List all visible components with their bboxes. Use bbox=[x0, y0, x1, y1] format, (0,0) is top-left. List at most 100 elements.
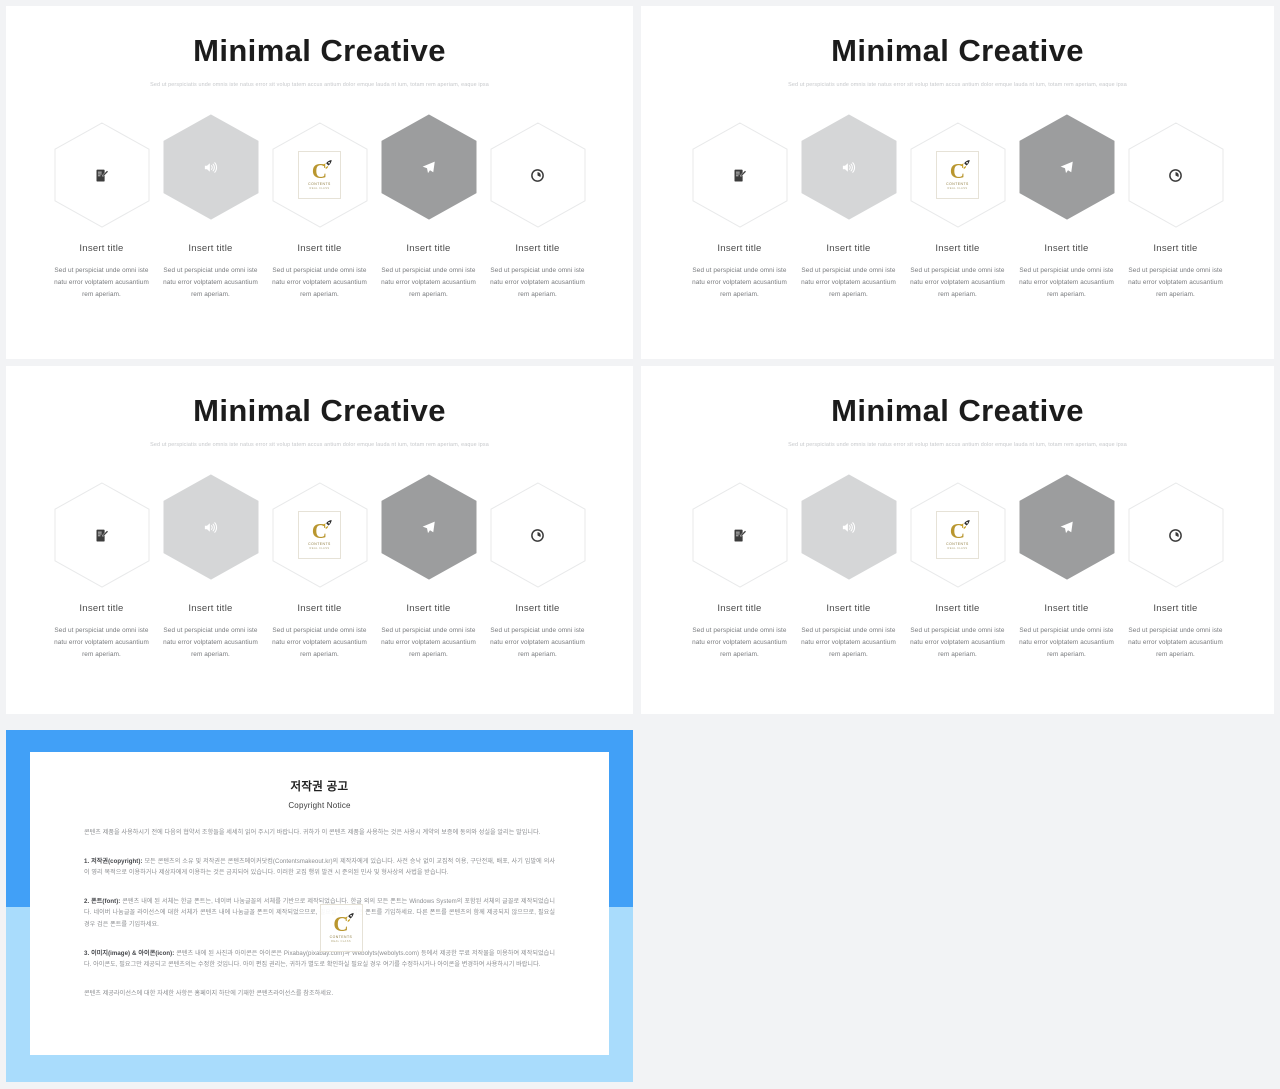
watermark-line-2: REAL CLASS bbox=[309, 547, 330, 550]
feature-item[interactable]: Insert title Sed ut perspiciat unde omni … bbox=[794, 114, 903, 302]
page-subtitle: Sed ut perspiciatis unde omnis iste natu… bbox=[150, 82, 489, 88]
watermark-logo-icon: C CONTENTS REAL CLASS bbox=[298, 151, 341, 199]
feature-item[interactable]: Insert title Sed ut perspiciat unde omni … bbox=[1012, 114, 1121, 302]
watermark-line-2: REAL CLASS bbox=[947, 187, 968, 190]
feature-item[interactable]: Insert title Sed ut perspiciat unde omni … bbox=[685, 476, 794, 662]
feature-item[interactable]: Insert title Sed ut perspiciat unde omni … bbox=[1012, 474, 1121, 662]
note-pen-icon bbox=[94, 528, 109, 543]
hexagon-row-2: Insert title Sed ut perspiciat unde omni … bbox=[641, 114, 1274, 302]
watermark-line-2: REAL CLASS bbox=[947, 547, 968, 550]
feature-body: Sed ut perspiciat unde omni iste natu er… bbox=[692, 627, 787, 659]
feature-title: Insert title bbox=[406, 603, 451, 614]
feature-title: Insert title bbox=[1153, 243, 1198, 254]
hexagon-row-1: Insert title Sed ut perspiciat unde omni … bbox=[6, 114, 633, 302]
feature-item[interactable]: Insert title Sed ut perspiciat unde omni … bbox=[156, 114, 265, 302]
copyright-intro: 콘텐츠 제품을 사용하시기 전에 다음의 협약서 조항들을 세세히 읽어 주시기… bbox=[84, 829, 541, 836]
feature-title: Insert title bbox=[188, 603, 233, 614]
feature-body: Sed ut perspiciat unde omni iste natu er… bbox=[490, 627, 585, 659]
slide-content-1: Minimal Creative Sed ut perspiciatis und… bbox=[6, 6, 633, 302]
copyright-section-1: 1. 저작권(copyright): 모든 콘텐츠의 소유 및 저작권은 콘텐츠… bbox=[84, 856, 555, 879]
feature-title: Insert title bbox=[935, 603, 980, 614]
hexagon-shape: C CONTENTS REAL CLASS bbox=[272, 122, 368, 228]
page-title: Minimal Creative bbox=[831, 33, 1084, 68]
feature-item[interactable]: Insert title Sed ut perspiciat unde omni … bbox=[483, 116, 592, 302]
watermark-logo-icon: C CONTENTS REAL CLASS bbox=[298, 511, 341, 559]
copyright-sheet: 저작권 공고 Copyright Notice 콘텐츠 제품을 사용하시기 전에… bbox=[30, 752, 609, 1055]
feature-item[interactable]: Insert title Sed ut perspiciat unde omni … bbox=[47, 476, 156, 662]
hexagon-shape bbox=[490, 482, 586, 588]
hexagon-shape bbox=[54, 122, 150, 228]
feature-item[interactable]: Insert title Sed ut perspiciat unde omni … bbox=[794, 474, 903, 662]
copyright-heading-ko: 저작권 공고 bbox=[290, 781, 349, 793]
rocket-icon bbox=[320, 158, 334, 172]
feature-title: Insert title bbox=[717, 603, 762, 614]
copyright-section-1-text: 모든 콘텐츠의 소유 및 저작권은 콘텐츠메이커닷컴(Contentsmakeo… bbox=[84, 857, 556, 877]
slide-panel-4[interactable]: Minimal Creative Sed ut perspiciatis und… bbox=[641, 366, 1274, 714]
feature-body: Sed ut perspiciat unde omni iste natu er… bbox=[163, 267, 258, 299]
hexagon-shape: C CONTENTS REAL CLASS bbox=[910, 122, 1006, 228]
page-subtitle: Sed ut perspiciatis unde omnis iste natu… bbox=[788, 442, 1127, 448]
feature-title: Insert title bbox=[717, 243, 762, 254]
feature-title: Insert title bbox=[1044, 603, 1089, 614]
feature-body: Sed ut perspiciat unde omni iste natu er… bbox=[272, 627, 367, 659]
watermark-line-1: CONTENTS bbox=[329, 935, 353, 939]
hexagon-shape bbox=[692, 482, 788, 588]
feature-item[interactable]: Insert title Sed ut perspiciat unde omni … bbox=[483, 476, 592, 662]
watermark-logo-icon: C CONTENTS REAL CLASS bbox=[936, 511, 979, 559]
feature-item[interactable]: Insert title Sed ut perspiciat unde omni … bbox=[685, 116, 794, 302]
copyright-section-3-label: 3. 이미지(image) & 아이콘(icon): bbox=[84, 949, 175, 957]
rocket-icon bbox=[342, 911, 356, 925]
slide-panel-2[interactable]: Minimal Creative Sed ut perspiciatis und… bbox=[641, 6, 1274, 359]
feature-item[interactable]: C CONTENTS REAL CLASS Insert title Sed ut pe… bbox=[265, 476, 374, 662]
note-pen-icon bbox=[94, 168, 109, 183]
paper-plane-send-icon bbox=[421, 160, 436, 175]
feature-body: Sed ut perspiciat unde omni iste natu er… bbox=[1019, 627, 1114, 659]
hexagon-shape bbox=[692, 122, 788, 228]
feature-body: Sed ut perspiciat unde omni iste natu er… bbox=[692, 267, 787, 299]
page-title: Minimal Creative bbox=[831, 393, 1084, 428]
feature-item[interactable]: Insert title Sed ut perspiciat unde omni … bbox=[374, 114, 483, 302]
feature-title: Insert title bbox=[1044, 243, 1089, 254]
feature-title: Insert title bbox=[79, 603, 124, 614]
feature-body: Sed ut perspiciat unde omni iste natu er… bbox=[1128, 627, 1223, 659]
copyright-section-1-label: 1. 저작권(copyright): bbox=[84, 857, 143, 865]
hexagon-shape bbox=[381, 474, 477, 580]
page-title: Minimal Creative bbox=[193, 33, 446, 68]
feature-body: Sed ut perspiciat unde omni iste natu er… bbox=[910, 267, 1005, 299]
hexagon-shape bbox=[1019, 474, 1115, 580]
watermark-logo-icon: C CONTENTS REAL CLASS bbox=[319, 904, 363, 952]
paper-plane-send-icon bbox=[421, 520, 436, 535]
feature-title: Insert title bbox=[515, 243, 560, 254]
feature-item[interactable]: Insert title Sed ut perspiciat unde omni … bbox=[47, 116, 156, 302]
watermark-line-2: REAL CLASS bbox=[309, 187, 330, 190]
watermark-logo-icon: C CONTENTS REAL CLASS bbox=[936, 151, 979, 199]
hexagon-shape bbox=[1128, 122, 1224, 228]
page-subtitle: Sed ut perspiciatis unde omnis iste natu… bbox=[788, 82, 1127, 88]
slide-panel-1[interactable]: Minimal Creative Sed ut perspiciatis und… bbox=[6, 6, 633, 359]
speaker-volume-icon bbox=[203, 160, 218, 175]
clock-circle-icon bbox=[1168, 168, 1183, 183]
feature-body: Sed ut perspiciat unde omni iste natu er… bbox=[490, 267, 585, 299]
hexagon-shape bbox=[54, 482, 150, 588]
feature-item[interactable]: Insert title Sed ut perspiciat unde omni … bbox=[374, 474, 483, 662]
slide-panel-3[interactable]: Minimal Creative Sed ut perspiciatis und… bbox=[6, 366, 633, 714]
feature-body: Sed ut perspiciat unde omni iste natu er… bbox=[272, 267, 367, 299]
feature-title: Insert title bbox=[188, 243, 233, 254]
watermark-line-1: CONTENTS bbox=[308, 542, 331, 546]
clock-circle-icon bbox=[530, 168, 545, 183]
feature-title: Insert title bbox=[935, 243, 980, 254]
feature-item[interactable]: Insert title Sed ut perspiciat unde omni … bbox=[1121, 476, 1230, 662]
paper-plane-send-icon bbox=[1059, 520, 1074, 535]
clock-circle-icon bbox=[530, 528, 545, 543]
feature-title: Insert title bbox=[826, 603, 871, 614]
feature-title: Insert title bbox=[1153, 603, 1198, 614]
feature-item[interactable]: Insert title Sed ut perspiciat unde omni … bbox=[156, 474, 265, 662]
feature-item[interactable]: C CONTENTS REAL CLASS Insert title Sed ut pe… bbox=[903, 476, 1012, 662]
copyright-slide-panel[interactable]: 저작권 공고 Copyright Notice 콘텐츠 제품을 사용하시기 전에… bbox=[6, 730, 633, 1082]
hexagon-shape bbox=[1128, 482, 1224, 588]
feature-item[interactable]: Insert title Sed ut perspiciat unde omni … bbox=[1121, 116, 1230, 302]
hexagon-shape: C CONTENTS REAL CLASS bbox=[272, 482, 368, 588]
feature-item[interactable]: C CONTENTS REAL CLASS Insert title Sed ut pe… bbox=[265, 116, 374, 302]
feature-item[interactable]: C CONTENTS REAL CLASS Insert title Sed ut pe… bbox=[903, 116, 1012, 302]
feature-body: Sed ut perspiciat unde omni iste natu er… bbox=[1019, 267, 1114, 299]
